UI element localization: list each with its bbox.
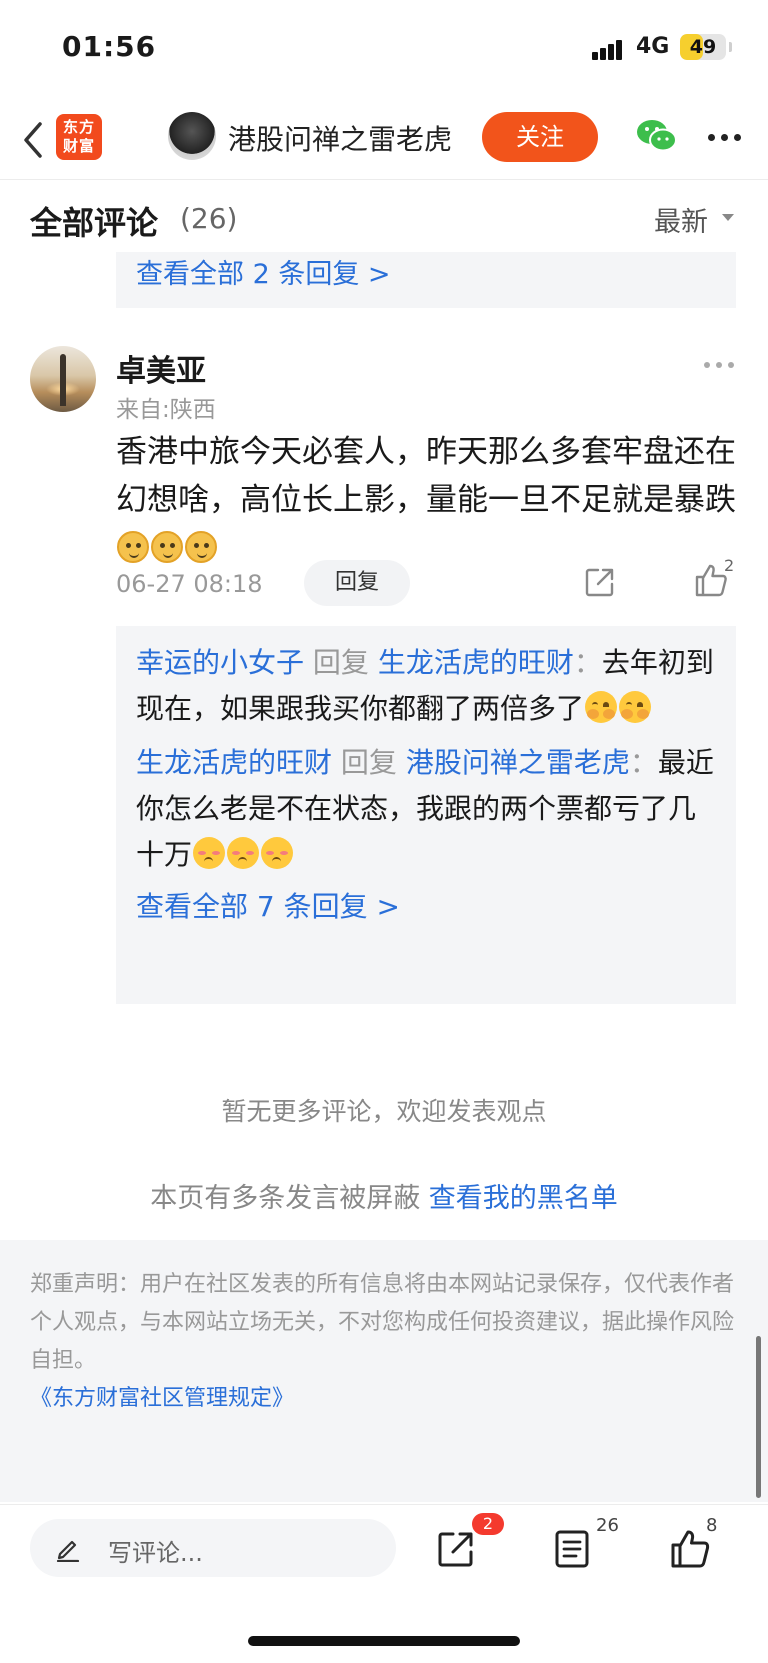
- battery-percent: 49: [689, 36, 717, 58]
- share-badge: 2: [472, 1513, 504, 1535]
- comment-time: 06-27 08:18: [116, 570, 263, 598]
- more-icon[interactable]: [708, 134, 742, 142]
- no-more-comments-text: 暂无更多评论，欢迎发表观点: [221, 1097, 547, 1126]
- status-time: 01:56: [62, 30, 157, 63]
- reply-from-user[interactable]: 幸运的小女子: [136, 646, 304, 679]
- reply-verb: 回复: [340, 746, 397, 779]
- author-name[interactable]: 港股问禅之雷老虎: [228, 118, 452, 158]
- caret-down-icon[interactable]: [722, 214, 734, 221]
- hugging-emoji-icon: [619, 691, 652, 723]
- back-icon[interactable]: [18, 118, 48, 162]
- nav-bar: 东方 财富 港股问禅之雷老虎 关注: [0, 100, 768, 180]
- community-rules-link[interactable]: 《东方财富社区管理规定》: [30, 1380, 738, 1418]
- cat-emoji-icon: [151, 531, 183, 563]
- blocked-posts-text: 本页有多条发言被屏蔽: [150, 1183, 421, 1214]
- reply-from-user[interactable]: 生龙活虎的旺财: [136, 746, 332, 779]
- blocked-posts-note: 本页有多条发言被屏蔽 查看我的黑名单: [0, 1176, 768, 1215]
- logo-line-1: 东方: [62, 118, 95, 136]
- bottom-action-bar: 写评论... 2 26 8: [0, 1504, 768, 1594]
- logo-line-2: 财富: [62, 137, 95, 155]
- scrollbar[interactable]: [756, 1336, 761, 1498]
- replies-box: 幸运的小女子 回复 生龙活虎的旺财：去年初到现在，如果跟我买你都翻了两倍多了 生…: [116, 626, 736, 1004]
- commenter-name[interactable]: 卓美亚: [116, 346, 206, 390]
- sad-emoji-icon: [261, 837, 294, 869]
- reply-to-user[interactable]: 港股问禅之雷老虎: [406, 746, 630, 779]
- author-avatar[interactable]: [168, 112, 216, 160]
- comment-count: 26: [596, 1515, 619, 1536]
- reply-button[interactable]: 回复: [304, 560, 410, 606]
- like-count: 2: [724, 556, 735, 575]
- comments-title: 全部评论: [30, 204, 159, 242]
- comments-header: 全部评论 (26) 最新: [0, 182, 768, 252]
- comment-more-icon[interactable]: [704, 362, 734, 368]
- share-icon[interactable]: [584, 566, 616, 598]
- reply-verb: 回复: [312, 646, 369, 679]
- commenter-location: 来自:陕西: [116, 397, 216, 423]
- like-total-count: 8: [706, 1515, 718, 1536]
- sad-emoji-icon: [227, 837, 260, 869]
- comments-icon[interactable]: [554, 1529, 590, 1569]
- disclaimer-section: 郑重声明：用户在社区发表的所有信息将由本网站记录保存，仅代表作者个人观点，与本网…: [0, 1240, 768, 1502]
- battery-icon: 49: [680, 34, 726, 60]
- sad-emoji-icon: [193, 837, 226, 869]
- reply-item: 幸运的小女子 回复 生龙活虎的旺财：去年初到现在，如果跟我买你都翻了两倍多了: [136, 640, 716, 732]
- pen-icon: [56, 1540, 80, 1562]
- comment-content: 香港中旅今天必套人，昨天那么多套牢盘还在幻想啥，高位长上影，量能一旦不足就是暴跌: [116, 428, 736, 572]
- status-bar: 01:56 4G 49: [0, 0, 768, 100]
- reply-to-user[interactable]: 生龙活虎的旺财: [378, 646, 574, 679]
- hugging-emoji-icon: [585, 691, 618, 723]
- reply-item: 生龙活虎的旺财 回复 港股问禅之雷老虎：最近你怎么老是不在状态，我跟的两个票都亏…: [136, 740, 716, 878]
- follow-button[interactable]: 关注: [482, 112, 598, 162]
- write-comment-placeholder: 写评论...: [108, 1539, 203, 1567]
- network-label: 4G: [636, 34, 670, 59]
- thumbs-up-icon[interactable]: [670, 1527, 710, 1569]
- previous-replies-box: 查看全部 2 条回复 >: [116, 252, 736, 308]
- commenter-avatar[interactable]: [30, 346, 96, 412]
- thumbs-up-icon[interactable]: [694, 562, 728, 598]
- reply-separator: ：: [629, 746, 658, 779]
- cat-emoji-icon: [185, 531, 217, 563]
- disclaimer-text: 郑重声明：用户在社区发表的所有信息将由本网站记录保存，仅代表作者个人观点，与本网…: [30, 1272, 735, 1373]
- comment-text: 香港中旅今天必套人，昨天那么多套牢盘还在幻想啥，高位长上影，量能一旦不足就是暴跌: [116, 434, 736, 518]
- share-icon[interactable]: [436, 1529, 476, 1569]
- home-indicator[interactable]: [248, 1636, 520, 1646]
- sort-button[interactable]: 最新: [654, 200, 708, 239]
- wechat-icon[interactable]: [636, 118, 678, 154]
- comments-count: (26): [180, 202, 238, 235]
- signal-icon: [592, 36, 628, 60]
- cat-emoji-icon: [117, 531, 149, 563]
- blocklist-link[interactable]: 查看我的黑名单: [429, 1183, 618, 1214]
- view-all-replies-link[interactable]: 查看全部 7 条回复 >: [136, 884, 716, 930]
- reply-separator: ：: [573, 646, 602, 679]
- view-all-replies-link[interactable]: 查看全部 2 条回复 >: [136, 252, 391, 291]
- eastmoney-logo[interactable]: 东方 财富: [56, 114, 102, 160]
- write-comment-input[interactable]: 写评论...: [30, 1519, 396, 1577]
- battery-tip: [729, 42, 732, 52]
